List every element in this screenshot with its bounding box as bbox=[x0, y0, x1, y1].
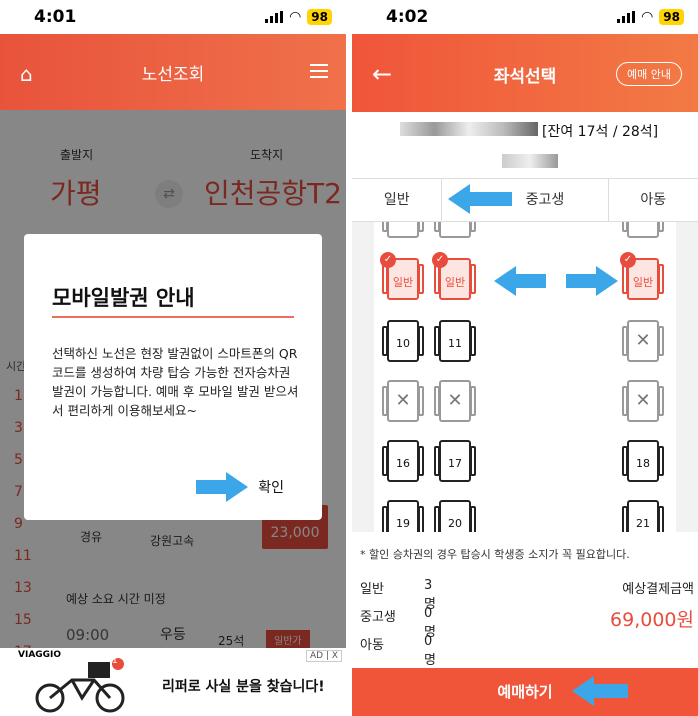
modal-body: 선택하신 노선은 현장 발권없이 스마트폰의 QR코드를 생성하여 차량 탑승 … bbox=[52, 346, 299, 418]
seat bbox=[434, 222, 476, 238]
booking-guide-button[interactable]: 예매 안내 bbox=[616, 62, 682, 86]
signal-icon bbox=[265, 11, 284, 23]
status-time: 4:01 bbox=[34, 7, 77, 27]
wifi-icon: ◠ bbox=[289, 9, 302, 25]
discount-notice: * 할인 승차권의 경우 탑승시 학생증 소지가 꼭 필요합니다. bbox=[360, 548, 630, 561]
seat-taken: ✕ bbox=[622, 320, 664, 362]
seat-selected[interactable]: ✓ 일반 bbox=[380, 252, 424, 300]
seat-selected[interactable]: ✓ 일반 bbox=[432, 252, 476, 300]
seat-taken: ✕ bbox=[622, 380, 664, 422]
modal-divider bbox=[52, 316, 294, 318]
count-child: 아동 0명 bbox=[360, 634, 436, 668]
header: ← 좌석선택 예매 안내 bbox=[352, 34, 698, 112]
ad-close[interactable]: AD | X bbox=[305, 650, 342, 662]
blurred-subinfo bbox=[502, 154, 558, 168]
header: ⌂ 노선조회 bbox=[0, 34, 346, 110]
confirm-button[interactable]: 확인 bbox=[258, 477, 284, 497]
arrow-left-icon bbox=[572, 676, 628, 706]
arrow-right-icon bbox=[196, 472, 248, 502]
seat-10[interactable]: 10 bbox=[382, 320, 424, 362]
seat bbox=[622, 222, 664, 238]
count-general: 일반 3명 bbox=[360, 578, 436, 612]
remaining-seats: [잔여 17석 / 28석] bbox=[542, 124, 659, 140]
arrow-right-icon bbox=[566, 266, 618, 296]
seat-taken: ✕ bbox=[382, 380, 424, 422]
status-bar: 4:01 ◠ 98 bbox=[0, 0, 346, 34]
seat-18[interactable]: 18 bbox=[622, 440, 664, 482]
blurred-bus-name bbox=[400, 122, 538, 136]
bike-icon bbox=[35, 658, 125, 713]
signal-icon bbox=[617, 11, 636, 23]
seat-11[interactable]: 11 bbox=[434, 320, 476, 362]
seat-17[interactable]: 17 bbox=[434, 440, 476, 482]
seat-21[interactable]: 21 bbox=[622, 500, 664, 532]
modal-title: 모바일발권 안내 bbox=[52, 286, 195, 310]
status-time: 4:02 bbox=[386, 7, 429, 27]
book-button[interactable]: 예매하기 bbox=[352, 668, 698, 716]
seat-16[interactable]: 16 bbox=[382, 440, 424, 482]
arrow-left-icon bbox=[448, 184, 512, 214]
payment-label: 예상결제금액 bbox=[622, 582, 694, 597]
menu-icon[interactable] bbox=[310, 64, 328, 82]
left-screen: 4:01 ◠ 98 ⌂ 노선조회 출발지 도착지 가평 ⇄ 인천공항T2 시간 … bbox=[0, 0, 346, 716]
tab-child[interactable]: 아동 bbox=[609, 179, 698, 221]
battery-icon: 98 bbox=[307, 9, 332, 25]
home-icon[interactable]: ⌂ bbox=[20, 62, 33, 86]
ad-notif: 1 bbox=[112, 656, 118, 666]
seat-20[interactable]: 20 bbox=[434, 500, 476, 532]
seat bbox=[382, 222, 424, 238]
status-bar: 4:02 ◠ 98 bbox=[352, 0, 698, 34]
seat-19[interactable]: 19 bbox=[382, 500, 424, 532]
wifi-icon: ◠ bbox=[641, 9, 654, 25]
payment-amount: 69,000원 bbox=[610, 609, 694, 631]
fare-tabs: 일반 중고생 아동 bbox=[352, 178, 698, 222]
bus-info: [잔여 17석 / 28석] bbox=[352, 112, 698, 178]
right-screen: 4:02 ◠ 98 ← 좌석선택 예매 안내 [잔여 17석 / 28석] 일반… bbox=[352, 0, 698, 716]
ad-banner[interactable]: VIAGGIO 1 AD | X 리퍼로 사실 분을 찾습니다! bbox=[0, 648, 346, 716]
battery-icon: 98 bbox=[659, 9, 684, 25]
ad-text: 리퍼로 사실 분을 찾습니다! bbox=[162, 679, 325, 695]
tab-general[interactable]: 일반 bbox=[352, 179, 443, 221]
seat-selected[interactable]: ✓ 일반 bbox=[620, 252, 664, 300]
arrow-left-icon bbox=[494, 266, 546, 296]
seat-taken: ✕ bbox=[434, 380, 476, 422]
count-student: 중고생 0명 bbox=[360, 606, 436, 640]
page-title: 노선조회 bbox=[141, 64, 205, 85]
mobile-ticket-modal: 모바일발권 안내 선택하신 노선은 현장 발권없이 스마트폰의 QR코드를 생성… bbox=[24, 234, 322, 520]
